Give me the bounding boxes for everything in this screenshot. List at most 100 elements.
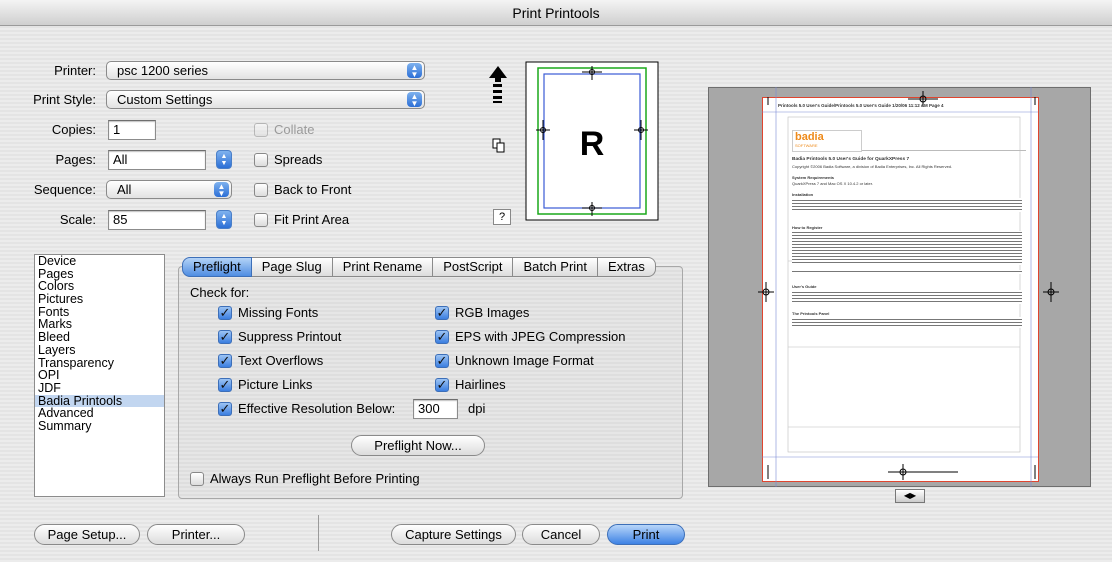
- spreads-label: Spreads: [274, 152, 323, 167]
- section-list[interactable]: Device Pages Colors Pictures Fonts Marks…: [34, 254, 165, 497]
- print-style-label: Print Style:: [33, 92, 96, 107]
- always-run-preflight-label: Always Run Preflight Before Printing: [210, 471, 420, 486]
- preview-slug: Printools 5.0 User's Guide/Printools 5.0…: [778, 103, 944, 108]
- list-item[interactable]: JDF: [35, 382, 164, 395]
- copies-field[interactable]: 1: [108, 120, 156, 140]
- unknown-image-format-checkbox[interactable]: ✓: [435, 354, 449, 368]
- print-style-popup[interactable]: Custom Settings ▲ ▼: [106, 90, 425, 109]
- preview-letter: R: [580, 125, 605, 163]
- tab-extras[interactable]: Extras: [598, 257, 656, 277]
- preview-logo: badia: [795, 131, 824, 143]
- tab-page-slug[interactable]: Page Slug: [251, 257, 333, 277]
- effective-resolution-field[interactable]: 300: [413, 399, 458, 419]
- rgb-images-label: RGB Images: [455, 305, 530, 320]
- fit-print-area-checkbox[interactable]: [254, 213, 268, 227]
- hairlines-checkbox[interactable]: ✓: [435, 378, 449, 392]
- pages-label: Pages:: [55, 152, 96, 167]
- back-to-front-label: Back to Front: [274, 182, 352, 197]
- preview-h-req: System Requirements: [792, 175, 835, 180]
- next-page-icon[interactable]: ▶: [910, 491, 916, 500]
- effective-resolution-label: Effective Resolution Below:: [238, 401, 396, 416]
- preview-h-guide: User's Guide: [792, 284, 817, 289]
- popup-arrows-icon: ▲ ▼: [407, 63, 422, 79]
- list-item[interactable]: Device: [35, 255, 164, 268]
- page-navigator[interactable]: ◀▶: [895, 489, 925, 503]
- preview-text-block: [792, 317, 1022, 328]
- preview-copyright: Copyright ©2006 Badia Software, a divisi…: [792, 164, 953, 169]
- printer-button[interactable]: Printer...: [147, 524, 245, 545]
- always-run-preflight-checkbox[interactable]: [190, 472, 204, 486]
- preview-text-block: [792, 270, 1022, 274]
- text-overflows-checkbox[interactable]: ✓: [218, 354, 232, 368]
- preview-logo-box: badia SOFTWARE: [792, 130, 862, 152]
- check-for-label: Check for:: [190, 285, 250, 300]
- missing-fonts-label: Missing Fonts: [238, 305, 319, 320]
- sequence-value: All: [117, 182, 132, 197]
- eps-jpeg-label: EPS with JPEG Compression: [455, 329, 626, 344]
- preflight-now-button[interactable]: Preflight Now...: [351, 435, 485, 456]
- collate-checkbox[interactable]: [254, 123, 268, 137]
- preview-h-inst: Installation: [792, 192, 814, 197]
- scale-field[interactable]: 85: [108, 210, 206, 230]
- pages-stepper-icon[interactable]: ▲ ▼: [216, 150, 232, 169]
- print-dialog: Print Printools Printer: psc 1200 series…: [0, 0, 1112, 562]
- cancel-button[interactable]: Cancel: [522, 524, 600, 545]
- suppress-printout-checkbox[interactable]: ✓: [218, 330, 232, 344]
- sequence-label: Sequence:: [33, 182, 96, 197]
- scale-stepper-icon[interactable]: ▲ ▼: [216, 210, 232, 229]
- page-preview: R: [489, 61, 659, 221]
- list-item[interactable]: Pictures: [35, 293, 164, 306]
- printer-value: psc 1200 series: [117, 63, 209, 78]
- title-bar: Print Printools: [0, 0, 1112, 26]
- pages-field[interactable]: All: [108, 150, 206, 170]
- preview-h-panel: The Printools Panel: [792, 311, 830, 316]
- hairlines-label: Hairlines: [455, 377, 506, 392]
- popup-arrows-icon: ▲ ▼: [407, 92, 422, 108]
- preview-text-block: [792, 290, 1022, 304]
- sequence-popup[interactable]: All ▲ ▼: [106, 180, 232, 199]
- preview-marks: [758, 87, 1059, 487]
- printer-label: Printer:: [54, 63, 96, 78]
- preview-heading: Badia Printools 5.0 User's Guide for Qua…: [792, 157, 910, 162]
- list-item[interactable]: OPI: [35, 369, 164, 382]
- fit-print-area-label: Fit Print Area: [274, 212, 350, 227]
- rgb-images-checkbox[interactable]: ✓: [435, 306, 449, 320]
- dpi-label: dpi: [468, 401, 486, 416]
- button-divider: [318, 515, 319, 551]
- print-button[interactable]: Print: [607, 524, 685, 545]
- suppress-printout-label: Suppress Printout: [238, 329, 342, 344]
- picture-links-label: Picture Links: [238, 377, 313, 392]
- help-button[interactable]: ?: [493, 209, 511, 225]
- list-item[interactable]: Bleed: [35, 331, 164, 344]
- effective-resolution-checkbox[interactable]: ✓: [218, 402, 232, 416]
- text-overflows-label: Text Overflows: [238, 353, 324, 368]
- copies-label: Copies:: [51, 122, 96, 137]
- printer-popup[interactable]: psc 1200 series ▲ ▼: [106, 61, 425, 80]
- missing-fonts-checkbox[interactable]: ✓: [218, 306, 232, 320]
- picture-links-checkbox[interactable]: ✓: [218, 378, 232, 392]
- page-setup-button[interactable]: Page Setup...: [34, 524, 140, 545]
- popup-arrows-icon: ▲ ▼: [214, 182, 229, 198]
- back-to-front-checkbox[interactable]: [254, 183, 268, 197]
- capture-settings-button[interactable]: Capture Settings: [391, 524, 516, 545]
- collate-label: Collate: [274, 122, 315, 137]
- tab-bar: Preflight Page Slug Print Rename PostScr…: [182, 257, 656, 277]
- preview-text-block: [792, 231, 1022, 265]
- tab-preflight[interactable]: Preflight: [182, 257, 252, 277]
- preview-h-reg: How to Register: [792, 225, 823, 230]
- up-arrow-icon: [489, 66, 507, 82]
- scale-label: Scale:: [59, 212, 96, 227]
- spreads-checkbox[interactable]: [254, 153, 268, 167]
- print-style-value: Custom Settings: [117, 92, 213, 107]
- tab-print-rename[interactable]: Print Rename: [332, 257, 434, 277]
- preview-text-block: [792, 198, 1022, 212]
- tab-batch-print[interactable]: Batch Print: [513, 257, 599, 277]
- preview-req: QuarkXPress 7 and Mac OS X 10.4.2 or lat…: [792, 181, 873, 186]
- list-item[interactable]: Summary: [35, 420, 164, 433]
- orientation-icon: [492, 138, 505, 153]
- list-item[interactable]: Layers: [35, 344, 164, 357]
- tab-postscript[interactable]: PostScript: [433, 257, 514, 277]
- eps-jpeg-checkbox[interactable]: ✓: [435, 330, 449, 344]
- preview-logo-sub: SOFTWARE: [795, 143, 818, 148]
- preview-rule: [862, 150, 1026, 151]
